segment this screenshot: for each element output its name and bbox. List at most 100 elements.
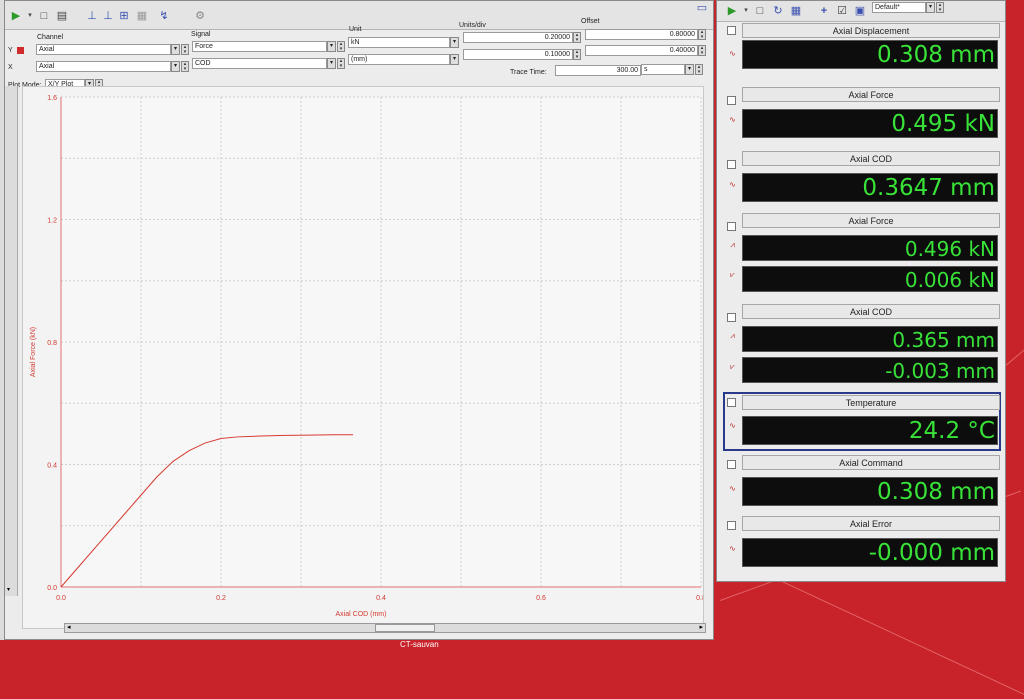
scroll-left-icon[interactable]: ◂	[67, 624, 71, 632]
scale-icon[interactable]: ⊞	[117, 9, 131, 23]
trace-time-spinner[interactable]: ▴ ▾	[695, 64, 703, 75]
x-channel-select[interactable]: Axial	[36, 61, 171, 72]
signal-icon[interactable]: ∿	[726, 114, 739, 125]
signal-icon[interactable]: ∿	[726, 543, 739, 554]
meter-value-peak: 0.365 mm	[742, 326, 998, 352]
meter-axial-force[interactable]: Axial Force ∿ 0.495 kN	[722, 87, 1002, 145]
signal-icon[interactable]: ∿	[726, 48, 739, 59]
meter-checkbox[interactable]	[727, 96, 736, 105]
signal-icon[interactable]: ∿	[726, 483, 739, 494]
preset-dropdown[interactable]: ▾	[926, 2, 935, 13]
y-tick-label: 0.0	[47, 585, 57, 592]
settings-icon[interactable]: ⚙	[193, 9, 207, 23]
signal-icon[interactable]: ∿	[726, 179, 739, 190]
y-signal-spinner[interactable]: ▴ ▾	[337, 41, 345, 52]
config-icon[interactable]: ▣	[853, 4, 867, 18]
axes-icon[interactable]: ⊥	[85, 9, 99, 23]
x-units-div-field[interactable]: 0.10000	[463, 49, 573, 60]
x-offset-field[interactable]: 0.40000	[585, 45, 698, 56]
meter-axial-cod-dual[interactable]: Axial COD ⩘ 0.365 mm ⩗ -0.003 mm	[722, 301, 1002, 389]
meter-checkbox[interactable]	[727, 26, 736, 35]
trace-time-field[interactable]: 300.00	[555, 65, 641, 76]
x-signal-dropdown[interactable]: ▾	[327, 58, 336, 69]
meter-checkbox[interactable]	[727, 398, 736, 407]
meters-toolbar: ▶ ▾ □ ↻ ▦ + ☑ ▣ Default* ▾ ▴ ▾	[717, 1, 1005, 22]
meter-checkbox[interactable]	[727, 313, 736, 322]
stop-icon[interactable]: □	[37, 9, 51, 23]
preset-spinner[interactable]: ▴ ▾	[936, 2, 944, 13]
valley-icon[interactable]: ⩗	[726, 361, 739, 372]
x-tick-label: 0.0	[56, 595, 66, 602]
meter-value: 0.308 mm	[742, 477, 998, 506]
zoom-icon[interactable]: ▦	[135, 9, 149, 23]
peak-icon[interactable]: ⩘	[726, 239, 739, 250]
y-channel-spinner[interactable]: ▴ ▾	[181, 44, 189, 55]
peak-icon[interactable]: ⩘	[726, 330, 739, 341]
y-color-swatch[interactable]	[17, 47, 24, 54]
y-units-div-field[interactable]: 0.20000	[463, 32, 573, 43]
y-offset-field[interactable]: 0.80000	[585, 29, 698, 40]
meter-checkbox[interactable]	[727, 222, 736, 231]
x-signal-spinner[interactable]: ▴ ▾	[337, 58, 345, 69]
meter-value-valley: 0.006 kN	[742, 266, 998, 292]
reset-icon[interactable]: ↻	[771, 4, 785, 18]
fit-icon[interactable]: ▤	[55, 9, 69, 23]
x-tick-label: 0.2	[216, 595, 226, 602]
y-units-div-spinner[interactable]: ▴ ▾	[573, 32, 581, 43]
plot-area[interactable]: 0.0 0.2 0.4 0.6 0.8 0.0 0.4 0.8 1.2 1.6 Axial COD …	[22, 86, 706, 629]
y-tick-label: 1.6	[47, 95, 57, 102]
axes2-icon[interactable]: ⊥	[101, 9, 115, 23]
meter-checkbox[interactable]	[727, 521, 736, 530]
x-units-div-spinner[interactable]: ▴ ▾	[573, 49, 581, 60]
y-signal-dropdown[interactable]: ▾	[327, 41, 336, 52]
y-offset-spinner[interactable]: ▴ ▾	[698, 29, 706, 40]
x-channel-dropdown[interactable]: ▾	[171, 61, 180, 72]
y-unit-select[interactable]: kN	[348, 37, 450, 48]
dropdown-arrow-icon[interactable]: ▾	[739, 4, 753, 18]
scroll-down-icon[interactable]: ▾	[7, 586, 10, 593]
trace-time-label: Trace Time:	[510, 69, 547, 76]
meter-axial-error[interactable]: Axial Error ∿ -0.000 mm	[722, 516, 1002, 576]
x-unit-dropdown[interactable]: ▾	[450, 54, 459, 65]
scroll-right-icon[interactable]: ▸	[699, 624, 703, 632]
x-offset-spinner[interactable]: ▴ ▾	[698, 45, 706, 56]
meter-axial-cod[interactable]: Axial COD ∿ 0.3647 mm	[722, 149, 1002, 207]
meter-axial-force-dual[interactable]: Axial Force ⩘ 0.496 kN ⩗ 0.006 kN	[722, 211, 1002, 299]
y-channel-dropdown[interactable]: ▾	[171, 44, 180, 55]
y-tick-label: 1.2	[47, 218, 57, 225]
meter-axial-command[interactable]: Axial Command ∿ 0.308 mm	[722, 455, 1002, 513]
y-unit-dropdown[interactable]: ▾	[450, 37, 459, 48]
meter-axial-displacement[interactable]: Axial Displacement ∿ 0.308 mm	[722, 23, 1002, 85]
corner-icon[interactable]: ▭	[695, 1, 709, 15]
run-icon[interactable]: ▶	[9, 9, 23, 23]
signal-icon[interactable]: ∿	[726, 420, 739, 431]
grid-icon[interactable]: ▦	[789, 4, 803, 18]
stop-icon[interactable]: □	[753, 4, 767, 18]
y-signal-select[interactable]: Force	[192, 41, 327, 52]
x-signal-select[interactable]: COD	[192, 58, 327, 69]
meter-temperature[interactable]: Temperature ∿ 24.2 °C	[722, 392, 1002, 452]
meter-checkbox[interactable]	[727, 160, 736, 169]
meter-title: Axial COD	[742, 151, 1000, 166]
trace-time-unit[interactable]: s	[641, 64, 685, 75]
x-axis-title: Axial COD (mm)	[336, 611, 387, 618]
horizontal-scrollbar[interactable]: ◂ ▸	[64, 623, 706, 633]
x-tick-label: 0.8	[696, 595, 703, 602]
x-unit-select[interactable]: (mm)	[348, 54, 450, 65]
vertical-scrollbar[interactable]: ▾	[5, 86, 18, 596]
channel-header: Channel	[37, 34, 64, 41]
x-channel-spinner[interactable]: ▴ ▾	[181, 61, 189, 72]
meter-title: Axial Error	[742, 516, 1000, 531]
trace-time-unit-dropdown[interactable]: ▾	[685, 64, 694, 75]
offset-header: Offset	[581, 18, 600, 25]
trace-icon[interactable]: ↯	[157, 9, 171, 23]
scroll-thumb[interactable]	[375, 624, 435, 632]
valley-icon[interactable]: ⩗	[726, 269, 739, 280]
check-icon[interactable]: ☑	[835, 4, 849, 18]
preset-select[interactable]: Default*	[872, 2, 926, 13]
run-icon[interactable]: ▶	[725, 4, 739, 18]
meter-checkbox[interactable]	[727, 460, 736, 469]
y-channel-select[interactable]: Axial	[36, 44, 171, 55]
add-icon[interactable]: +	[817, 4, 831, 18]
dropdown-arrow-icon[interactable]: ▾	[23, 9, 37, 23]
